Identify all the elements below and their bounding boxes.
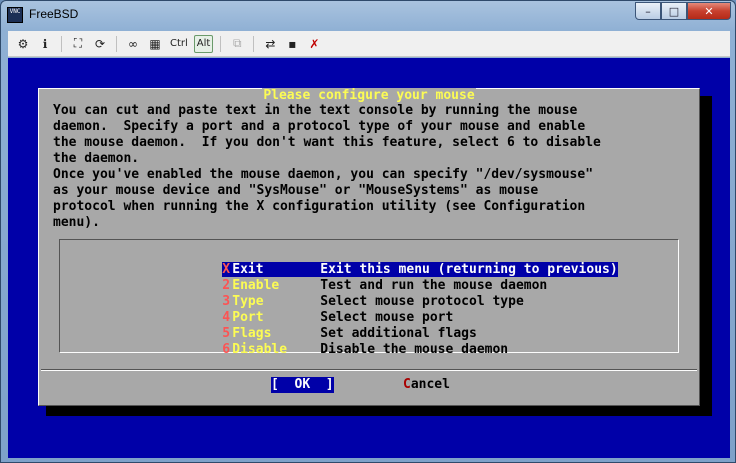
- menu-item-description: Disable the mouse daemon: [320, 342, 509, 357]
- refresh-icon[interactable]: ⟳: [91, 35, 109, 53]
- menu-item-flags[interactable]: 5 Flags Set additional flags: [144, 310, 477, 341]
- ctrl-alt-del-icon[interactable]: ∞: [124, 35, 142, 53]
- toolbar-separator: [253, 35, 255, 52]
- window-frame: VNC FreeBSD – □ ✕ ⚙ ℹ ⛶ ⟳ ∞ ▦ Ctrl Alt ⧉…: [0, 0, 736, 463]
- vnc-app-icon[interactable]: VNC: [7, 7, 23, 23]
- cancel-button[interactable]: Cancel: [403, 377, 450, 393]
- ok-button[interactable]: [ OK ]: [271, 377, 334, 393]
- title-bar[interactable]: VNC FreeBSD – □ ✕: [1, 1, 736, 29]
- menu-item-exit[interactable]: X Exit Exit this menu (returning to previo…: [144, 246, 618, 277]
- dialog-shadow: [700, 96, 712, 414]
- button-separator: [41, 369, 697, 371]
- info-icon[interactable]: ℹ: [36, 35, 54, 53]
- remote-console[interactable]: Please configure your mouse You can cut …: [8, 58, 730, 458]
- ok-bracket-left: [: [271, 377, 295, 392]
- window-controls: – □ ✕: [635, 2, 731, 20]
- dialog-shadow: [46, 406, 712, 416]
- start-menu-icon[interactable]: ▦: [146, 35, 164, 53]
- close-button[interactable]: ✕: [687, 2, 731, 20]
- menu-item-disable[interactable]: 6 Disable Disable the mouse daemon: [144, 326, 508, 357]
- save-icon[interactable]: ▪: [283, 35, 301, 53]
- disconnect-icon[interactable]: ✗: [305, 35, 323, 53]
- alt-key-button[interactable]: Alt: [193, 34, 214, 53]
- menu-item-enable[interactable]: 2 Enable Test and run the mouse daemon: [144, 262, 547, 293]
- minimize-button[interactable]: –: [635, 2, 661, 20]
- dialog-title-text: Please configure your mouse: [262, 88, 476, 103]
- ctrl-key-button[interactable]: Ctrl: [168, 35, 190, 53]
- mouse-config-dialog: Please configure your mouse You can cut …: [38, 88, 700, 406]
- cancel-hotkey: C: [403, 377, 411, 392]
- cancel-label-rest: ancel: [410, 377, 450, 392]
- menu-hotkey: 6: [222, 342, 231, 357]
- maximize-button[interactable]: □: [661, 2, 687, 20]
- window-title: FreeBSD: [29, 7, 79, 21]
- menu-item-type[interactable]: 3 Type Select mouse protocol type: [144, 278, 524, 309]
- transfer-icon[interactable]: ⇄: [261, 35, 279, 53]
- menu-item-name: Disable: [232, 342, 288, 357]
- toolbar-separator: [220, 35, 222, 52]
- dialog-title: Please configure your mouse: [39, 88, 699, 103]
- menu-item-port[interactable]: 4 Port Select mouse port: [144, 294, 453, 325]
- toolbar-separator: [116, 35, 117, 52]
- dialog-description: You can cut and paste text in the text c…: [53, 103, 601, 230]
- toolbar-separator: [61, 35, 62, 52]
- ok-label-rest: K ]: [302, 377, 334, 392]
- fullscreen-icon[interactable]: ⛶: [69, 35, 87, 53]
- clipboard-icon[interactable]: ⧉: [228, 35, 246, 53]
- menu-list: X Exit Exit this menu (returning to previo…: [59, 239, 679, 357]
- vnc-toolbar: ⚙ ℹ ⛶ ⟳ ∞ ▦ Ctrl Alt ⧉ ⇄ ▪ ✗: [8, 31, 730, 57]
- options-icon[interactable]: ⚙: [14, 35, 32, 53]
